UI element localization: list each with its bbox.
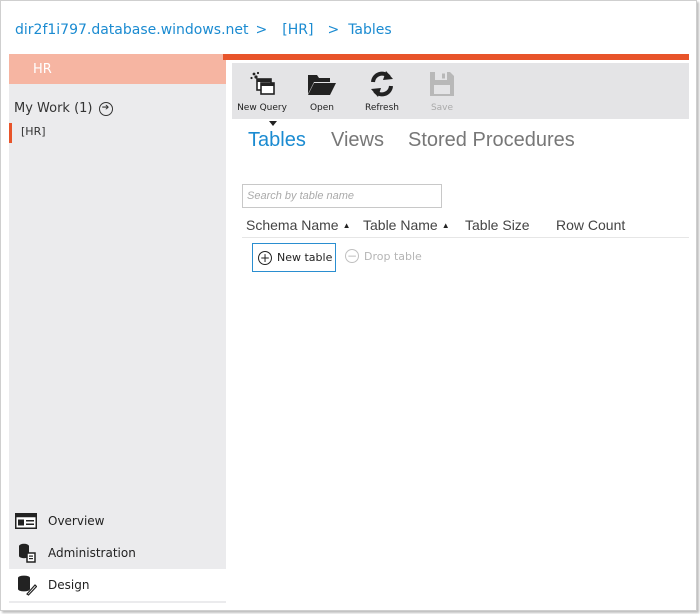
arrow-right-circle-icon[interactable]: ➔ <box>98 101 113 116</box>
toolbar-collapse-caret-icon[interactable] <box>269 121 277 126</box>
minus-circle-icon: − <box>345 249 359 263</box>
nav-label: Administration <box>48 546 136 560</box>
nav-label: Overview <box>48 514 105 528</box>
column-header-table-name[interactable]: Table Name ▲ <box>363 217 450 233</box>
refresh-button[interactable]: Refresh <box>354 63 410 119</box>
drop-table-button[interactable]: − Drop table <box>345 249 422 263</box>
column-header-label: Schema Name <box>246 217 339 233</box>
column-header-schema-name[interactable]: Schema Name ▲ <box>246 217 351 233</box>
toolbar: New Query Open Refresh Save <box>232 63 689 119</box>
overview-icon <box>14 510 38 532</box>
tab-tables[interactable]: Tables <box>248 129 306 152</box>
sort-ascending-icon: ▲ <box>342 221 351 230</box>
toolbar-button-label: New Query <box>237 103 287 113</box>
new-table-label: New table <box>277 251 333 264</box>
administration-icon <box>14 542 38 564</box>
tab-stored-procedures[interactable]: Stored Procedures <box>408 129 575 152</box>
my-work-label: My Work (1) <box>14 101 93 116</box>
plus-circle-icon: + <box>258 250 272 265</box>
nav-administration[interactable]: Administration <box>9 537 226 569</box>
new-query-icon <box>234 63 290 99</box>
column-header-row-count[interactable]: Row Count <box>556 217 625 233</box>
new-query-button[interactable]: New Query <box>234 63 290 119</box>
my-work[interactable]: My Work (1) ➔ <box>14 101 113 116</box>
open-button[interactable]: Open <box>294 63 350 119</box>
table-header-divider <box>242 237 689 238</box>
folder-open-icon <box>294 63 350 99</box>
sort-ascending-icon: ▲ <box>441 221 450 230</box>
breadcrumb-tables[interactable]: Tables <box>348 22 392 38</box>
header-accent-bar <box>223 54 689 60</box>
breadcrumb-separator: > <box>255 22 268 38</box>
nav-design[interactable]: Design <box>9 569 226 601</box>
save-icon <box>414 63 470 99</box>
new-table-button[interactable]: + New table <box>252 243 336 272</box>
search-input[interactable] <box>242 184 442 208</box>
left-panel: HR My Work (1) ➔ [HR] Overview Administr… <box>9 54 226 603</box>
toolbar-button-label: Open <box>309 103 335 113</box>
drop-table-label: Drop table <box>364 249 422 263</box>
column-header-table-size[interactable]: Table Size <box>465 217 530 233</box>
toolbar-button-label: Refresh <box>365 103 399 113</box>
nav-label: Design <box>48 578 90 592</box>
breadcrumb: dir2f1i797.database.windows.net > [HR] > Tab… <box>15 22 392 38</box>
my-work-item[interactable]: [HR] <box>9 123 46 143</box>
column-header-label: Table Name <box>363 217 438 233</box>
toolbar-button-label: Save <box>430 103 454 113</box>
save-button[interactable]: Save <box>414 63 470 119</box>
breadcrumb-server[interactable]: dir2f1i797.database.windows.net <box>15 22 249 38</box>
nav-overview[interactable]: Overview <box>9 505 226 537</box>
tab-views[interactable]: Views <box>331 129 384 152</box>
breadcrumb-database[interactable]: [HR] <box>282 22 313 38</box>
app-window: dir2f1i797.database.windows.net > [HR] > Tab… <box>0 0 697 611</box>
breadcrumb-separator: > <box>327 22 340 38</box>
refresh-icon <box>354 63 410 99</box>
database-header[interactable]: HR <box>9 54 226 84</box>
design-icon <box>14 574 38 596</box>
